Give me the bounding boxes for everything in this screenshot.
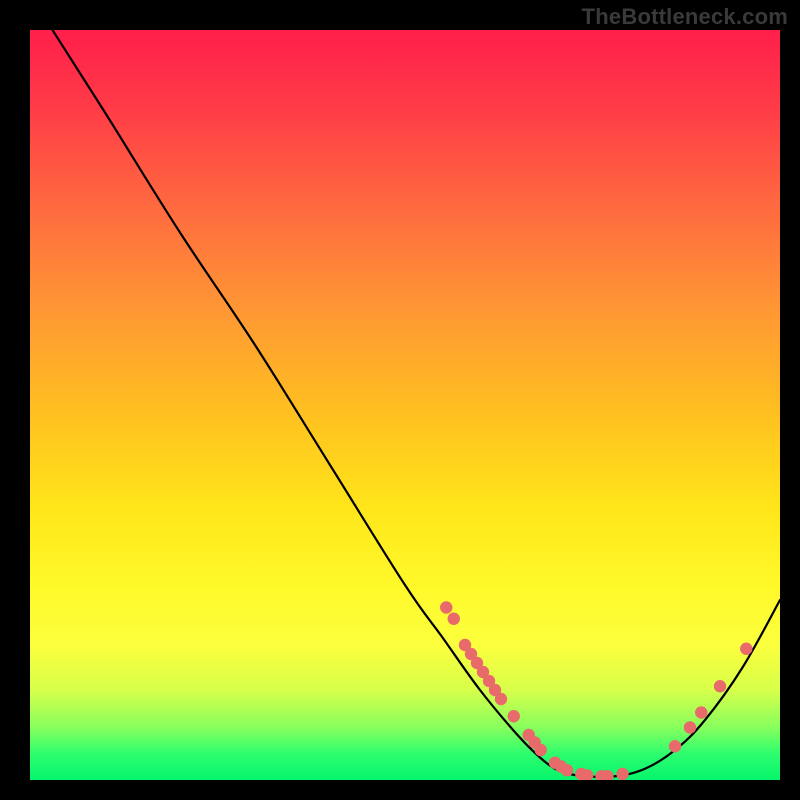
watermark-text: TheBottleneck.com: [582, 4, 788, 30]
curve-marker: [440, 601, 452, 613]
bottleneck-curve-svg: [30, 30, 780, 780]
curve-marker: [495, 693, 507, 705]
curve-marker: [695, 706, 707, 718]
curve-markers: [440, 601, 752, 780]
curve-marker: [508, 710, 520, 722]
curve-marker: [448, 613, 460, 625]
curve-marker: [684, 721, 696, 733]
curve-marker: [535, 744, 547, 756]
curve-marker: [740, 643, 752, 655]
bottleneck-curve-line: [53, 30, 781, 777]
chart-plot-area: [30, 30, 780, 780]
curve-marker: [616, 768, 628, 780]
curve-marker: [669, 740, 681, 752]
curve-marker: [561, 764, 573, 776]
curve-marker: [714, 680, 726, 692]
